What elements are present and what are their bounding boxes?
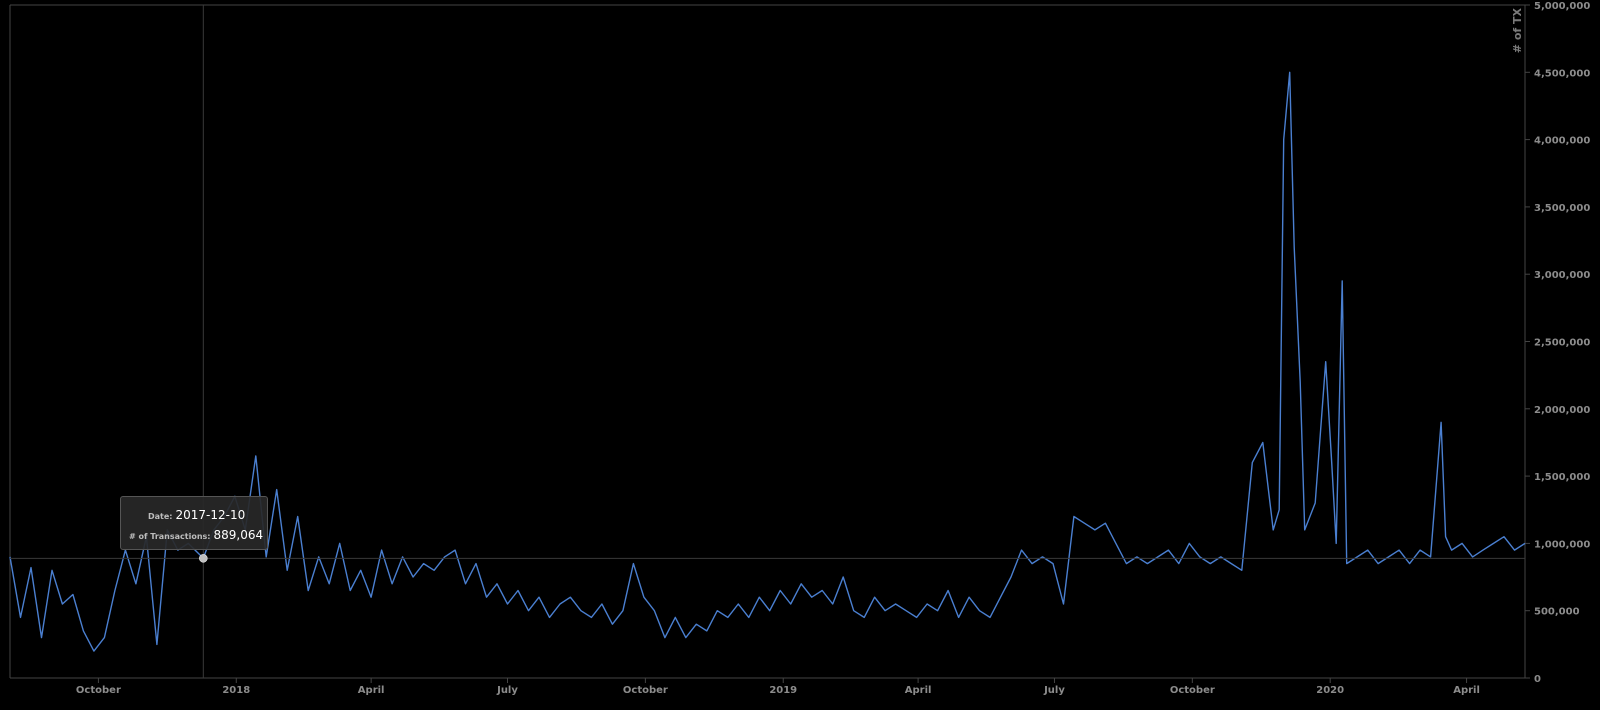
tooltip: Date: 2017-12-10 # of Transactions: 889,06… [120, 496, 268, 550]
y-tick-label: 3,500,000 [1534, 203, 1590, 214]
y-tick-label: 1,500,000 [1534, 472, 1590, 483]
y-axis: 0 500,000 1,000,000 1,500,000 2,000,000 2,500… [1525, 1, 1590, 685]
x-tick-label: October [623, 685, 668, 696]
x-tick-label: October [1170, 685, 1215, 696]
x-tick-label: October [76, 685, 121, 696]
series-group [9, 71, 1526, 652]
y-tick-label: 4,000,000 [1534, 136, 1590, 147]
tooltip-transactions-label: # of Transactions: [129, 532, 211, 541]
y-tick-label: 3,000,000 [1534, 270, 1590, 281]
y-tick-label: 2,000,000 [1534, 405, 1590, 416]
x-tick-label: April [358, 685, 385, 696]
hover-point-marker [199, 554, 208, 563]
tooltip-transactions-value: 889,064 [213, 528, 264, 542]
transactions-line-chart: 0 500,000 1,000,000 1,500,000 2,000,000 2,500… [9, 1, 1590, 696]
tooltip-date-label: Date: [148, 512, 173, 521]
x-tick-label: July [1043, 685, 1065, 696]
y-tick-label: 500,000 [1534, 607, 1580, 618]
y-tick-label: 2,500,000 [1534, 338, 1590, 349]
x-tick-label: April [1453, 685, 1480, 696]
x-tick-label: April [905, 685, 932, 696]
y-tick-label: 5,000,000 [1534, 1, 1590, 12]
x-tick-label: 2020 [1316, 685, 1344, 696]
x-tick-label: July [496, 685, 518, 696]
series-line [9, 71, 1526, 652]
y-tick-label: 4,500,000 [1534, 68, 1590, 79]
x-axis: October 2018 April July October 2019 April July… [76, 678, 1480, 696]
y-axis-title: # of TX [1511, 7, 1524, 53]
tooltip-date-value: 2017-12-10 [175, 508, 246, 522]
x-tick-label: 2019 [769, 685, 797, 696]
y-tick-label: 0 [1534, 674, 1541, 685]
x-tick-label: 2018 [222, 685, 250, 696]
y-tick-label: 1,000,000 [1534, 539, 1590, 550]
